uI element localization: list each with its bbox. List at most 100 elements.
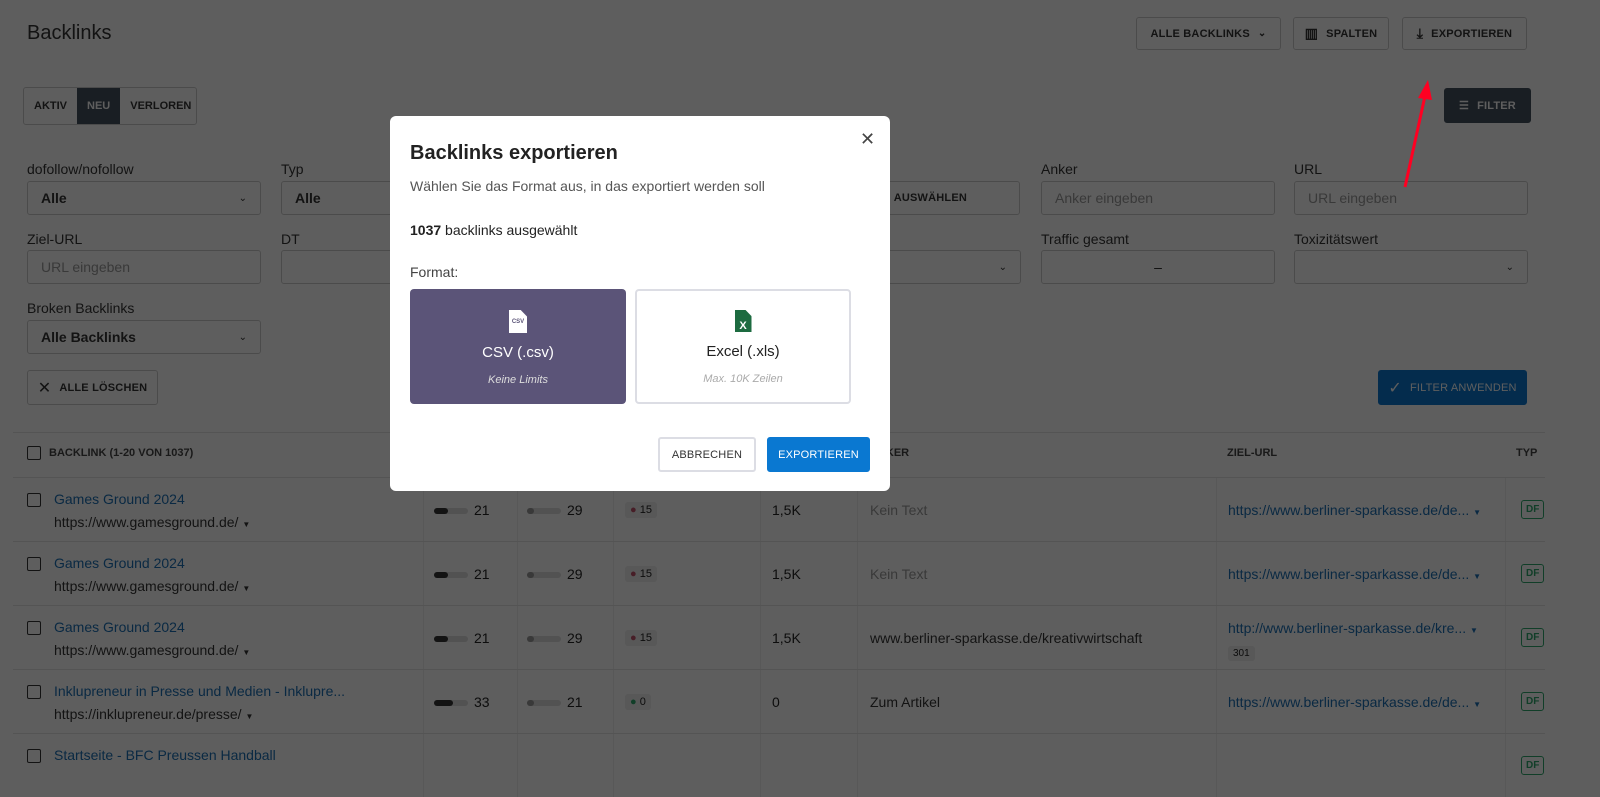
cell-divider <box>423 670 424 733</box>
cell-divider <box>1216 542 1217 605</box>
close-icon[interactable]: ✕ <box>860 129 875 150</box>
metric-b-value: 29 <box>567 502 583 518</box>
backlink-title-link[interactable]: Inklupreneur in Presse und Medien - Inkl… <box>54 683 345 699</box>
metric-a: 21 <box>434 502 490 518</box>
export-button[interactable]: ⤓ EXPORTIEREN <box>1402 17 1527 50</box>
tab-aktiv[interactable]: AKTIV <box>24 88 77 124</box>
placeholder: URL eingeben <box>1308 190 1397 206</box>
backlink-title-link[interactable]: Startseite - BFC Preussen Handball <box>54 747 276 763</box>
clear-all-button[interactable]: ✕ ALLE LÖSCHEN <box>27 370 158 405</box>
traffic-value: 0 <box>772 694 780 710</box>
filter-icon: ☰ <box>1459 100 1470 112</box>
columns-label: SPALTEN <box>1326 27 1378 40</box>
cell-divider <box>1216 606 1217 669</box>
target-url-link[interactable]: https://www.berliner-sparkasse.de/de... … <box>1228 502 1481 518</box>
target-url-text: https://www.berliner-sparkasse.de/de... <box>1228 566 1470 582</box>
tab-verloren[interactable]: VERLOREN <box>120 88 196 124</box>
backlink-title-link[interactable]: Games Ground 2024 <box>54 619 185 635</box>
cell-divider <box>760 734 761 797</box>
redirect-badge: 301 <box>1228 646 1255 661</box>
backlink-title-link[interactable]: Games Ground 2024 <box>54 491 185 507</box>
table-row: Games Ground 2024 https://www.gamesground… <box>13 605 1545 669</box>
check-icon: ✓ <box>1388 379 1402 397</box>
toxicity-badge: ● 0 <box>625 694 651 710</box>
traffic-range-input[interactable]: – <box>1041 250 1275 284</box>
format-option-excel[interactable]: X Excel (.xls) Max. 10K Zeilen <box>635 289 851 404</box>
row-checkbox[interactable] <box>27 493 41 507</box>
toxicity-select[interactable]: ⌄ <box>1294 250 1528 284</box>
backlink-filter-select[interactable]: ALLE BACKLINKS ⌄ <box>1136 17 1281 50</box>
cancel-button[interactable]: ABBRECHEN <box>658 437 756 472</box>
download-icon: ⤓ <box>1416 25 1424 41</box>
cell-divider <box>1505 542 1506 605</box>
ziel-url-input[interactable]: URL eingeben <box>27 250 261 284</box>
confirm-export-button[interactable]: EXPORTIEREN <box>767 437 870 472</box>
metric-b: 29 <box>527 502 583 518</box>
row-checkbox[interactable] <box>27 557 41 571</box>
columns-button[interactable]: ▥ SPALTEN <box>1293 17 1389 50</box>
type-badge: DF <box>1521 500 1545 519</box>
metric-a-bar <box>434 700 468 707</box>
toxicity-badge: ● 15 <box>625 630 657 646</box>
cell-divider <box>423 734 424 797</box>
caret-down-icon: ▼ <box>1473 572 1482 581</box>
select-value: Alle <box>41 190 67 206</box>
backlink-url[interactable]: https://www.gamesground.de/ ▼ <box>54 642 250 658</box>
target-url-link[interactable]: http://www.berliner-sparkasse.de/kre... … <box>1228 620 1478 636</box>
option-note: Max. 10K Zeilen <box>703 373 783 385</box>
backlink-url[interactable]: https://inklupreneur.de/presse/ ▼ <box>54 706 253 722</box>
type-badge: DF <box>1521 628 1545 647</box>
filter-toggle-button[interactable]: ☰ FILTER <box>1444 88 1531 123</box>
anchor-text: www.berliner-sparkasse.de/kreativwirtsch… <box>870 630 1143 646</box>
cell-divider <box>1505 670 1506 733</box>
metric-a-value: 21 <box>474 630 490 646</box>
broken-select[interactable]: Alle Backlinks ⌄ <box>27 320 261 354</box>
dofollow-select[interactable]: Alle ⌄ <box>27 181 261 215</box>
backlink-title-link[interactable]: Games Ground 2024 <box>54 555 185 571</box>
range-separator: – <box>1154 259 1162 275</box>
backlink-url[interactable]: https://www.gamesground.de/ ▼ <box>54 578 250 594</box>
cell-divider <box>613 542 614 605</box>
csv-file-icon: CSV <box>509 310 527 333</box>
metric-a: 33 <box>434 694 490 710</box>
table-row: Games Ground 2024 https://www.gamesground… <box>13 541 1545 605</box>
chevron-down-icon: ⌄ <box>238 331 247 343</box>
anker-label: Anker <box>1041 161 1078 177</box>
row-checkbox[interactable] <box>27 749 41 763</box>
filter-label: FILTER <box>1477 99 1516 112</box>
toxicity-value: 15 <box>639 568 652 580</box>
target-url-link[interactable]: https://www.berliner-sparkasse.de/de... … <box>1228 566 1481 582</box>
type-badge: DF <box>1521 756 1545 775</box>
table-row: Inklupreneur in Presse und Medien - Inkl… <box>13 669 1545 733</box>
row-checkbox[interactable] <box>27 685 41 699</box>
count-suffix: backlinks ausgewählt <box>445 222 578 238</box>
toxicity-value: 15 <box>639 504 652 516</box>
cell-divider <box>613 670 614 733</box>
apply-filter-button[interactable]: ✓ FILTER ANWENDEN <box>1378 370 1527 405</box>
option-label: CSV (.csv) <box>482 344 554 361</box>
format-option-csv[interactable]: CSV CSV (.csv) Keine Limits <box>410 289 626 404</box>
cell-divider <box>760 606 761 669</box>
select-all-checkbox[interactable] <box>27 446 41 460</box>
cell-divider <box>517 734 518 797</box>
status-tabs: AKTIV NEU VERLOREN <box>23 87 197 125</box>
target-url-text: https://www.berliner-sparkasse.de/de... <box>1228 694 1470 710</box>
target-url-link[interactable]: https://www.berliner-sparkasse.de/de... … <box>1228 694 1481 710</box>
chevron-down-icon: ⌄ <box>998 261 1007 273</box>
anker-input[interactable]: Anker eingeben <box>1041 181 1275 215</box>
cell-divider <box>517 542 518 605</box>
backlink-url[interactable]: https://www.gamesground.de/ ▼ <box>54 514 250 530</box>
header-typ[interactable]: TYP <box>1516 447 1537 459</box>
cell-divider <box>1505 478 1506 541</box>
header-ziel-url[interactable]: ZIEL-URL <box>1227 447 1277 459</box>
cell-divider <box>1216 670 1217 733</box>
traffic-value: 1,5K <box>772 566 801 582</box>
tab-neu[interactable]: NEU <box>77 88 121 124</box>
chevron-down-icon: ⌄ <box>1257 28 1267 39</box>
caret-down-icon: ▼ <box>1473 508 1482 517</box>
metric-b: 21 <box>527 694 583 710</box>
count-value: 1037 <box>410 222 442 238</box>
url-input[interactable]: URL eingeben <box>1294 181 1528 215</box>
metric-a: 21 <box>434 566 490 582</box>
row-checkbox[interactable] <box>27 621 41 635</box>
